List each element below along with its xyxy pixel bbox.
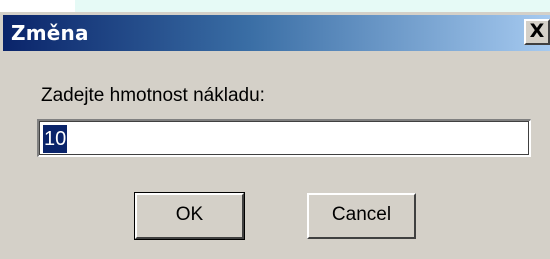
dialog-title: Změna — [11, 21, 89, 45]
title-bar[interactable]: Změna X — [3, 15, 550, 51]
close-icon: X — [529, 20, 545, 42]
change-dialog: Změna X Zadejte hmotnost nákladu: 10 OK … — [0, 12, 550, 259]
ok-button[interactable]: OK — [134, 192, 245, 240]
weight-input[interactable]: 10 — [37, 119, 531, 157]
cancel-button[interactable]: Cancel — [307, 193, 416, 239]
weight-input-value: 10 — [43, 125, 68, 153]
weight-prompt-label: Zadejte hmotnost nákladu: — [41, 85, 265, 106]
close-button[interactable]: X — [524, 19, 550, 45]
